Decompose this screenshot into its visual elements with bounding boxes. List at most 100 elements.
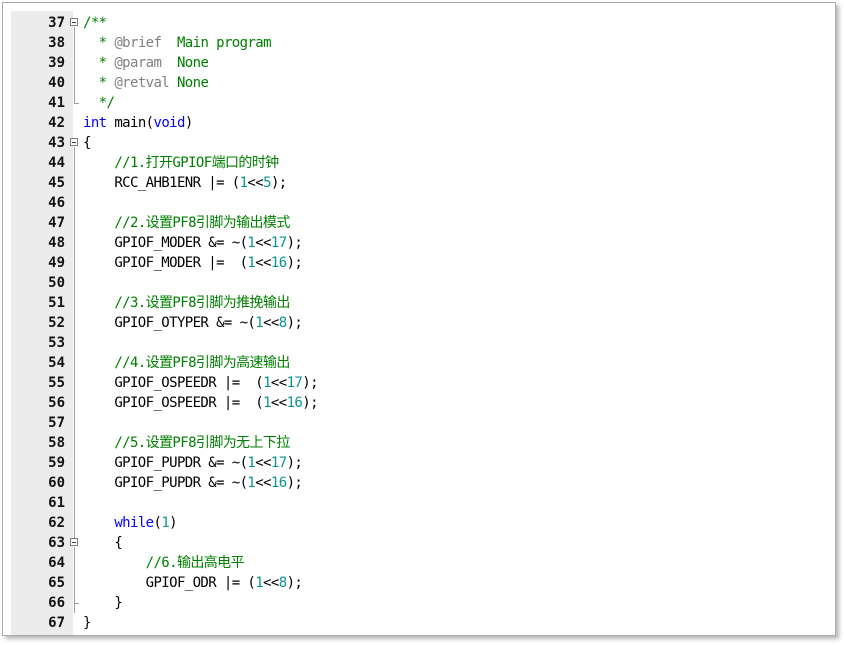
code-line[interactable]: 50 [11, 273, 835, 293]
fold-guide [74, 153, 75, 173]
line-number: 52 [48, 315, 65, 331]
code-token: //4.设置PF8引脚为高速输出 [83, 355, 290, 371]
fold-toggle-icon[interactable] [70, 18, 78, 26]
code-line[interactable]: 37 /** [11, 13, 835, 33]
code-line[interactable]: 51 //3.设置PF8引脚为推挽输出 [11, 293, 835, 313]
code-token: 8 [278, 315, 287, 331]
code-line[interactable]: 57 [11, 413, 835, 433]
code-token: ) [184, 115, 193, 131]
code-line[interactable]: 66 } [11, 593, 835, 613]
code-token: Main program [161, 35, 272, 51]
code-line[interactable]: 52 GPIOF_OTYPER &= ~(1<<8); [11, 313, 835, 333]
code-token: @retval [114, 75, 170, 91]
code-token: { [83, 535, 123, 551]
code-line[interactable]: 39 * @param None [11, 53, 835, 73]
code-text: GPIOF_MODER |= (1<<16); [83, 253, 303, 273]
code-token: GPIOF_ODR |= ( [83, 575, 256, 591]
code-line[interactable]: 65 GPIOF_ODR |= (1<<8); [11, 573, 835, 593]
line-number: 48 [48, 235, 65, 251]
code-token: @param [114, 55, 162, 71]
code-line[interactable]: 45 RCC_AHB1ENR |= (1<<5); [11, 173, 835, 193]
fold-guide [74, 313, 75, 333]
code-line[interactable]: 42 int main(void) [11, 113, 835, 133]
code-line[interactable]: 59 GPIOF_PUPDR &= ~(1<<17); [11, 453, 835, 473]
code-token: int [83, 115, 107, 131]
code-line[interactable]: 67} [11, 613, 835, 633]
code-token: GPIOF_PUPDR &= ~( [83, 455, 248, 471]
fold-guide [74, 273, 75, 293]
line-number: 58 [48, 435, 65, 451]
fold-guide [74, 553, 75, 573]
fold-toggle-icon[interactable] [70, 538, 78, 546]
code-text: //3.设置PF8引脚为推挽输出 [83, 293, 290, 313]
code-text: //4.设置PF8引脚为高速输出 [83, 353, 290, 373]
code-text: /** [83, 13, 107, 33]
code-line[interactable]: 58 //5.设置PF8引脚为无上下拉 [11, 433, 835, 453]
code-line[interactable]: 47 //2.设置PF8引脚为输出模式 [11, 213, 835, 233]
line-number: 57 [48, 415, 65, 431]
code-line[interactable]: 53 [11, 333, 835, 353]
code-token: * [83, 35, 115, 51]
fold-guide [74, 393, 75, 413]
code-line[interactable]: 63 { [11, 533, 835, 553]
code-line[interactable]: 43 { [11, 133, 835, 153]
code-token: GPIOF_OTYPER &= ~( [83, 315, 256, 331]
code-text: RCC_AHB1ENR |= (1<<5); [83, 173, 287, 193]
code-line[interactable]: 64 //6.输出高电平 [11, 553, 835, 573]
line-number: 67 [48, 615, 65, 631]
code-token: 1 [161, 515, 170, 531]
code-line[interactable]: 55 GPIOF_OSPEEDR |= (1<<17); [11, 373, 835, 393]
code-token: << [247, 175, 264, 191]
code-token: << [270, 395, 287, 411]
code-line[interactable]: 38 * @brief Main program [11, 33, 835, 53]
code-token: ); [302, 375, 318, 391]
code-text: GPIOF_PUPDR &= ~(1<<17); [83, 453, 303, 473]
line-number: 63 [48, 535, 65, 551]
line-number: 64 [48, 555, 65, 571]
code-text: } [83, 613, 91, 633]
code-token: * [83, 55, 115, 71]
line-number: 59 [48, 455, 65, 471]
code-line[interactable]: 48 GPIOF_MODER &= ~(1<<17); [11, 233, 835, 253]
code-editor[interactable]: 37/** 38 * @brief Main program 39 * @param… [11, 11, 835, 635]
screenshot-frame: 37/** 38 * @brief Main program 39 * @param… [2, 2, 836, 636]
code-line[interactable]: 49 GPIOF_MODER |= (1<<16); [11, 253, 835, 273]
code-token: RCC_AHB1ENR |= ( [83, 175, 240, 191]
code-line[interactable]: 62 while(1) [11, 513, 835, 533]
code-token: << [263, 575, 279, 591]
code-text: * @param None [83, 53, 209, 73]
code-token: 17 [270, 235, 287, 251]
code-token: //3.设置PF8引脚为推挽输出 [83, 295, 290, 311]
fold-guide [74, 193, 75, 213]
code-line[interactable]: 41 */ [11, 93, 835, 113]
code-line[interactable]: 54 //4.设置PF8引脚为高速输出 [11, 353, 835, 373]
line-number: 42 [48, 115, 65, 131]
fold-guide [74, 353, 75, 373]
code-token: } [83, 595, 123, 611]
fold-guide [74, 513, 75, 533]
code-line[interactable]: 61 [11, 493, 835, 513]
code-token: void [153, 115, 185, 131]
fold-guide [74, 373, 75, 393]
code-token: * [83, 75, 115, 91]
code-token: 1 [255, 315, 264, 331]
code-line[interactable]: 60 GPIOF_PUPDR &= ~(1<<16); [11, 473, 835, 493]
code-token: //5.设置PF8引脚为无上下拉 [83, 435, 290, 451]
code-text: GPIOF_OSPEEDR |= (1<<16); [83, 393, 318, 413]
code-line[interactable]: 40 * @retval None [11, 73, 835, 93]
code-token: 17 [286, 375, 303, 391]
code-line[interactable]: 56 GPIOF_OSPEEDR |= (1<<16); [11, 393, 835, 413]
fold-toggle-icon[interactable] [70, 138, 78, 146]
line-number: 39 [48, 55, 65, 71]
code-token: 5 [263, 175, 271, 191]
code-token: << [255, 475, 271, 491]
line-number: 43 [48, 135, 65, 151]
line-number: 51 [48, 295, 65, 311]
code-token: << [255, 255, 271, 271]
code-line[interactable]: 46 [11, 193, 835, 213]
code-line[interactable]: 44 //1.打开GPIOF端口的时钟 [11, 153, 835, 173]
code-token: << [263, 315, 279, 331]
line-number: 61 [48, 495, 65, 511]
fold-guide [74, 53, 75, 73]
